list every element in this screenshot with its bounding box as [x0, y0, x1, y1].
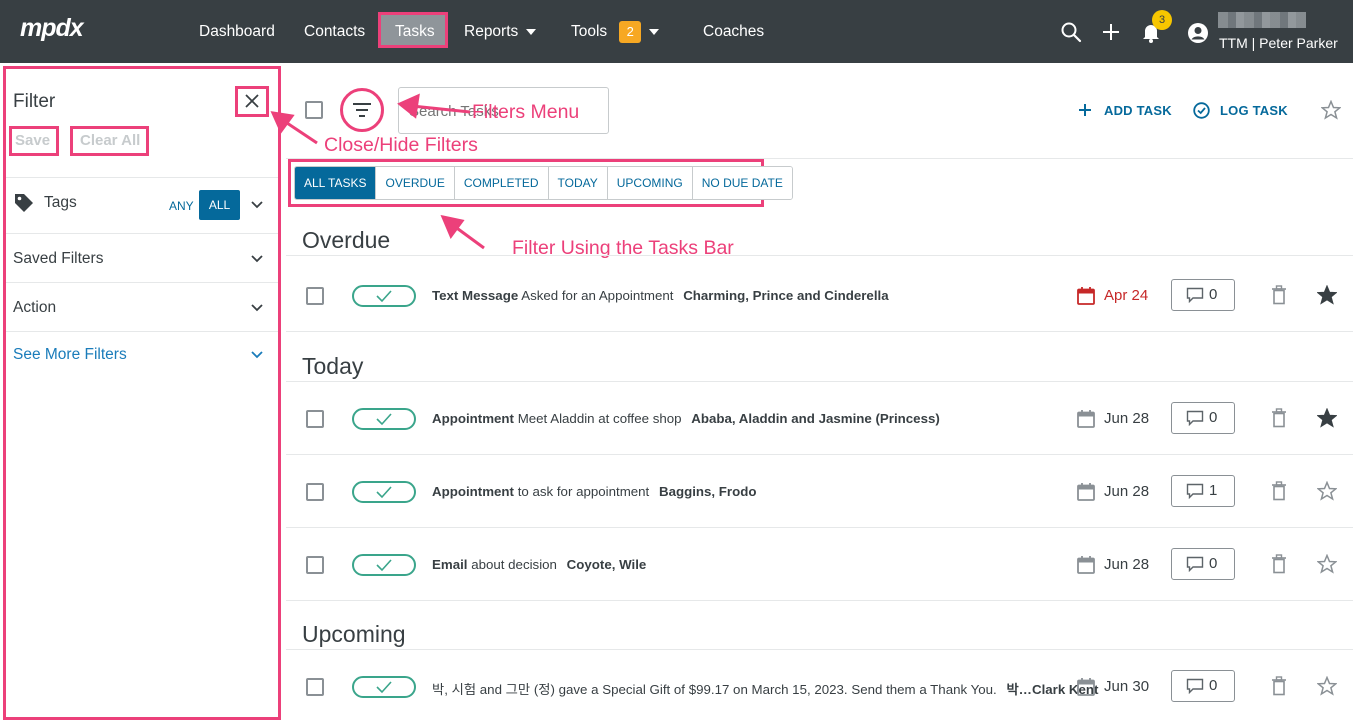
- comments-button[interactable]: 0: [1171, 279, 1235, 311]
- check-icon: [376, 290, 392, 303]
- section-upcoming-title: Upcoming: [302, 621, 406, 647]
- tab-all-tasks[interactable]: ALL TASKS: [295, 167, 377, 199]
- complete-task-button[interactable]: [352, 481, 416, 503]
- task-contacts[interactable]: Ababa, Aladdin and Jasmine (Princess): [691, 411, 940, 426]
- section-today-title: Today: [302, 353, 364, 379]
- comments-button[interactable]: 1: [1171, 475, 1235, 507]
- comment-icon: [1186, 287, 1204, 303]
- plus-icon: [1079, 104, 1091, 116]
- comment-count: 0: [1209, 555, 1218, 572]
- task-subject: to ask for appointment: [517, 484, 650, 499]
- calendar-icon: [1077, 678, 1095, 696]
- tab-upcoming[interactable]: UPCOMING: [607, 167, 693, 199]
- due-date-label: Apr 24: [1104, 287, 1149, 304]
- complete-task-button[interactable]: [352, 554, 416, 576]
- complete-task-button[interactable]: [352, 408, 416, 430]
- due-date-label: Jun 28: [1104, 483, 1150, 500]
- task-subject: Meet Aladdin at coffee shop: [517, 411, 682, 426]
- annotation-tasks-bar: Filter Using the Tasks Bar: [512, 237, 734, 259]
- comment-count: 0: [1209, 286, 1218, 303]
- task-row[interactable]: 박, 시험 and 그만 (정) gave a Special Gift of …: [286, 650, 1353, 722]
- comment-icon: [1186, 678, 1204, 694]
- trash-icon[interactable]: [1271, 554, 1287, 574]
- comments-button[interactable]: 0: [1171, 548, 1235, 580]
- star-filled-icon[interactable]: [1317, 408, 1337, 428]
- due-date-label: Jun 28: [1104, 556, 1150, 573]
- task-contacts[interactable]: Coyote, Wile: [567, 557, 647, 572]
- calendar-icon: [1077, 410, 1095, 428]
- comment-count: 0: [1209, 409, 1218, 426]
- task-row[interactable]: Text Message Asked for an Appointment Ch…: [286, 259, 1353, 332]
- task-contacts[interactable]: Baggins, Frodo: [659, 484, 757, 499]
- check-icon: [376, 486, 392, 499]
- star-outline-icon[interactable]: [1317, 676, 1337, 696]
- comment-icon: [1186, 410, 1204, 426]
- trash-icon[interactable]: [1271, 408, 1287, 428]
- task-checkbox[interactable]: [306, 556, 324, 574]
- annotation-filters-menu: Filters Menu: [472, 101, 580, 123]
- task-description[interactable]: Text Message Asked for an Appointment Ch…: [432, 288, 889, 303]
- task-row[interactable]: Appointment to ask for appointment Baggi…: [286, 455, 1353, 528]
- task-type: Text Message: [432, 288, 519, 303]
- comment-count: 1: [1209, 482, 1218, 499]
- comment-icon: [1186, 556, 1204, 572]
- task-filter-tabs: ALL TASKS OVERDUE COMPLETED TODAY UPCOMI…: [294, 166, 793, 200]
- task-checkbox[interactable]: [306, 410, 324, 428]
- tab-today[interactable]: TODAY: [548, 167, 608, 199]
- due-date-label: Jun 28: [1104, 410, 1150, 427]
- task-type: Appointment: [432, 484, 514, 499]
- task-subject: Asked for an Appointment: [521, 288, 674, 303]
- section-overdue-title: Overdue: [302, 227, 391, 253]
- task-subject: 박, 시험 and 그만 (정) gave a Special Gift of …: [432, 682, 997, 697]
- task-checkbox[interactable]: [306, 287, 324, 305]
- task-description[interactable]: Appointment Meet Aladdin at coffee shop …: [432, 411, 940, 426]
- calendar-icon: [1077, 287, 1095, 305]
- tab-no-due-date[interactable]: NO DUE DATE: [692, 167, 792, 199]
- comment-icon: [1186, 483, 1204, 499]
- star-outline-icon[interactable]: [1321, 100, 1341, 120]
- complete-task-button[interactable]: [352, 285, 416, 307]
- task-description[interactable]: Appointment to ask for appointment Baggi…: [432, 484, 756, 499]
- comment-count: 0: [1209, 677, 1218, 694]
- trash-icon[interactable]: [1271, 676, 1287, 696]
- comments-button[interactable]: 0: [1171, 670, 1235, 702]
- calendar-icon: [1077, 556, 1095, 574]
- task-checkbox[interactable]: [306, 483, 324, 501]
- task-row[interactable]: Appointment Meet Aladdin at coffee shop …: [286, 382, 1353, 455]
- check-icon: [376, 681, 392, 694]
- check-circle-icon: [1193, 102, 1210, 119]
- tab-completed[interactable]: COMPLETED: [454, 167, 549, 199]
- task-type: Appointment: [432, 411, 514, 426]
- annotation-close-hide: Close/Hide Filters: [324, 134, 478, 156]
- task-type: Email: [432, 557, 468, 572]
- task-checkbox[interactable]: [306, 678, 324, 696]
- section-divider: [286, 255, 1353, 256]
- task-description[interactable]: Email about decision Coyote, Wile: [432, 557, 646, 572]
- star-filled-icon[interactable]: [1317, 285, 1337, 305]
- add-task-label: ADD TASK: [1104, 103, 1172, 118]
- complete-task-button[interactable]: [352, 676, 416, 698]
- task-subject: about decision: [471, 557, 557, 572]
- trash-icon[interactable]: [1271, 285, 1287, 305]
- calendar-icon: [1077, 483, 1095, 501]
- trash-icon[interactable]: [1271, 481, 1287, 501]
- check-icon: [376, 413, 392, 426]
- due-date-label: Jun 30: [1104, 678, 1150, 695]
- check-icon: [376, 559, 392, 572]
- task-description[interactable]: 박, 시험 and 그만 (정) gave a Special Gift of …: [432, 679, 1098, 698]
- tab-overdue[interactable]: OVERDUE: [376, 167, 455, 199]
- star-outline-icon[interactable]: [1317, 554, 1337, 574]
- star-outline-icon[interactable]: [1317, 481, 1337, 501]
- task-contacts[interactable]: Charming, Prince and Cinderella: [683, 288, 888, 303]
- comments-button[interactable]: 0: [1171, 402, 1235, 434]
- log-task-label: LOG TASK: [1220, 103, 1288, 118]
- task-row[interactable]: Email about decision Coyote, Wile Jun 28…: [286, 528, 1353, 601]
